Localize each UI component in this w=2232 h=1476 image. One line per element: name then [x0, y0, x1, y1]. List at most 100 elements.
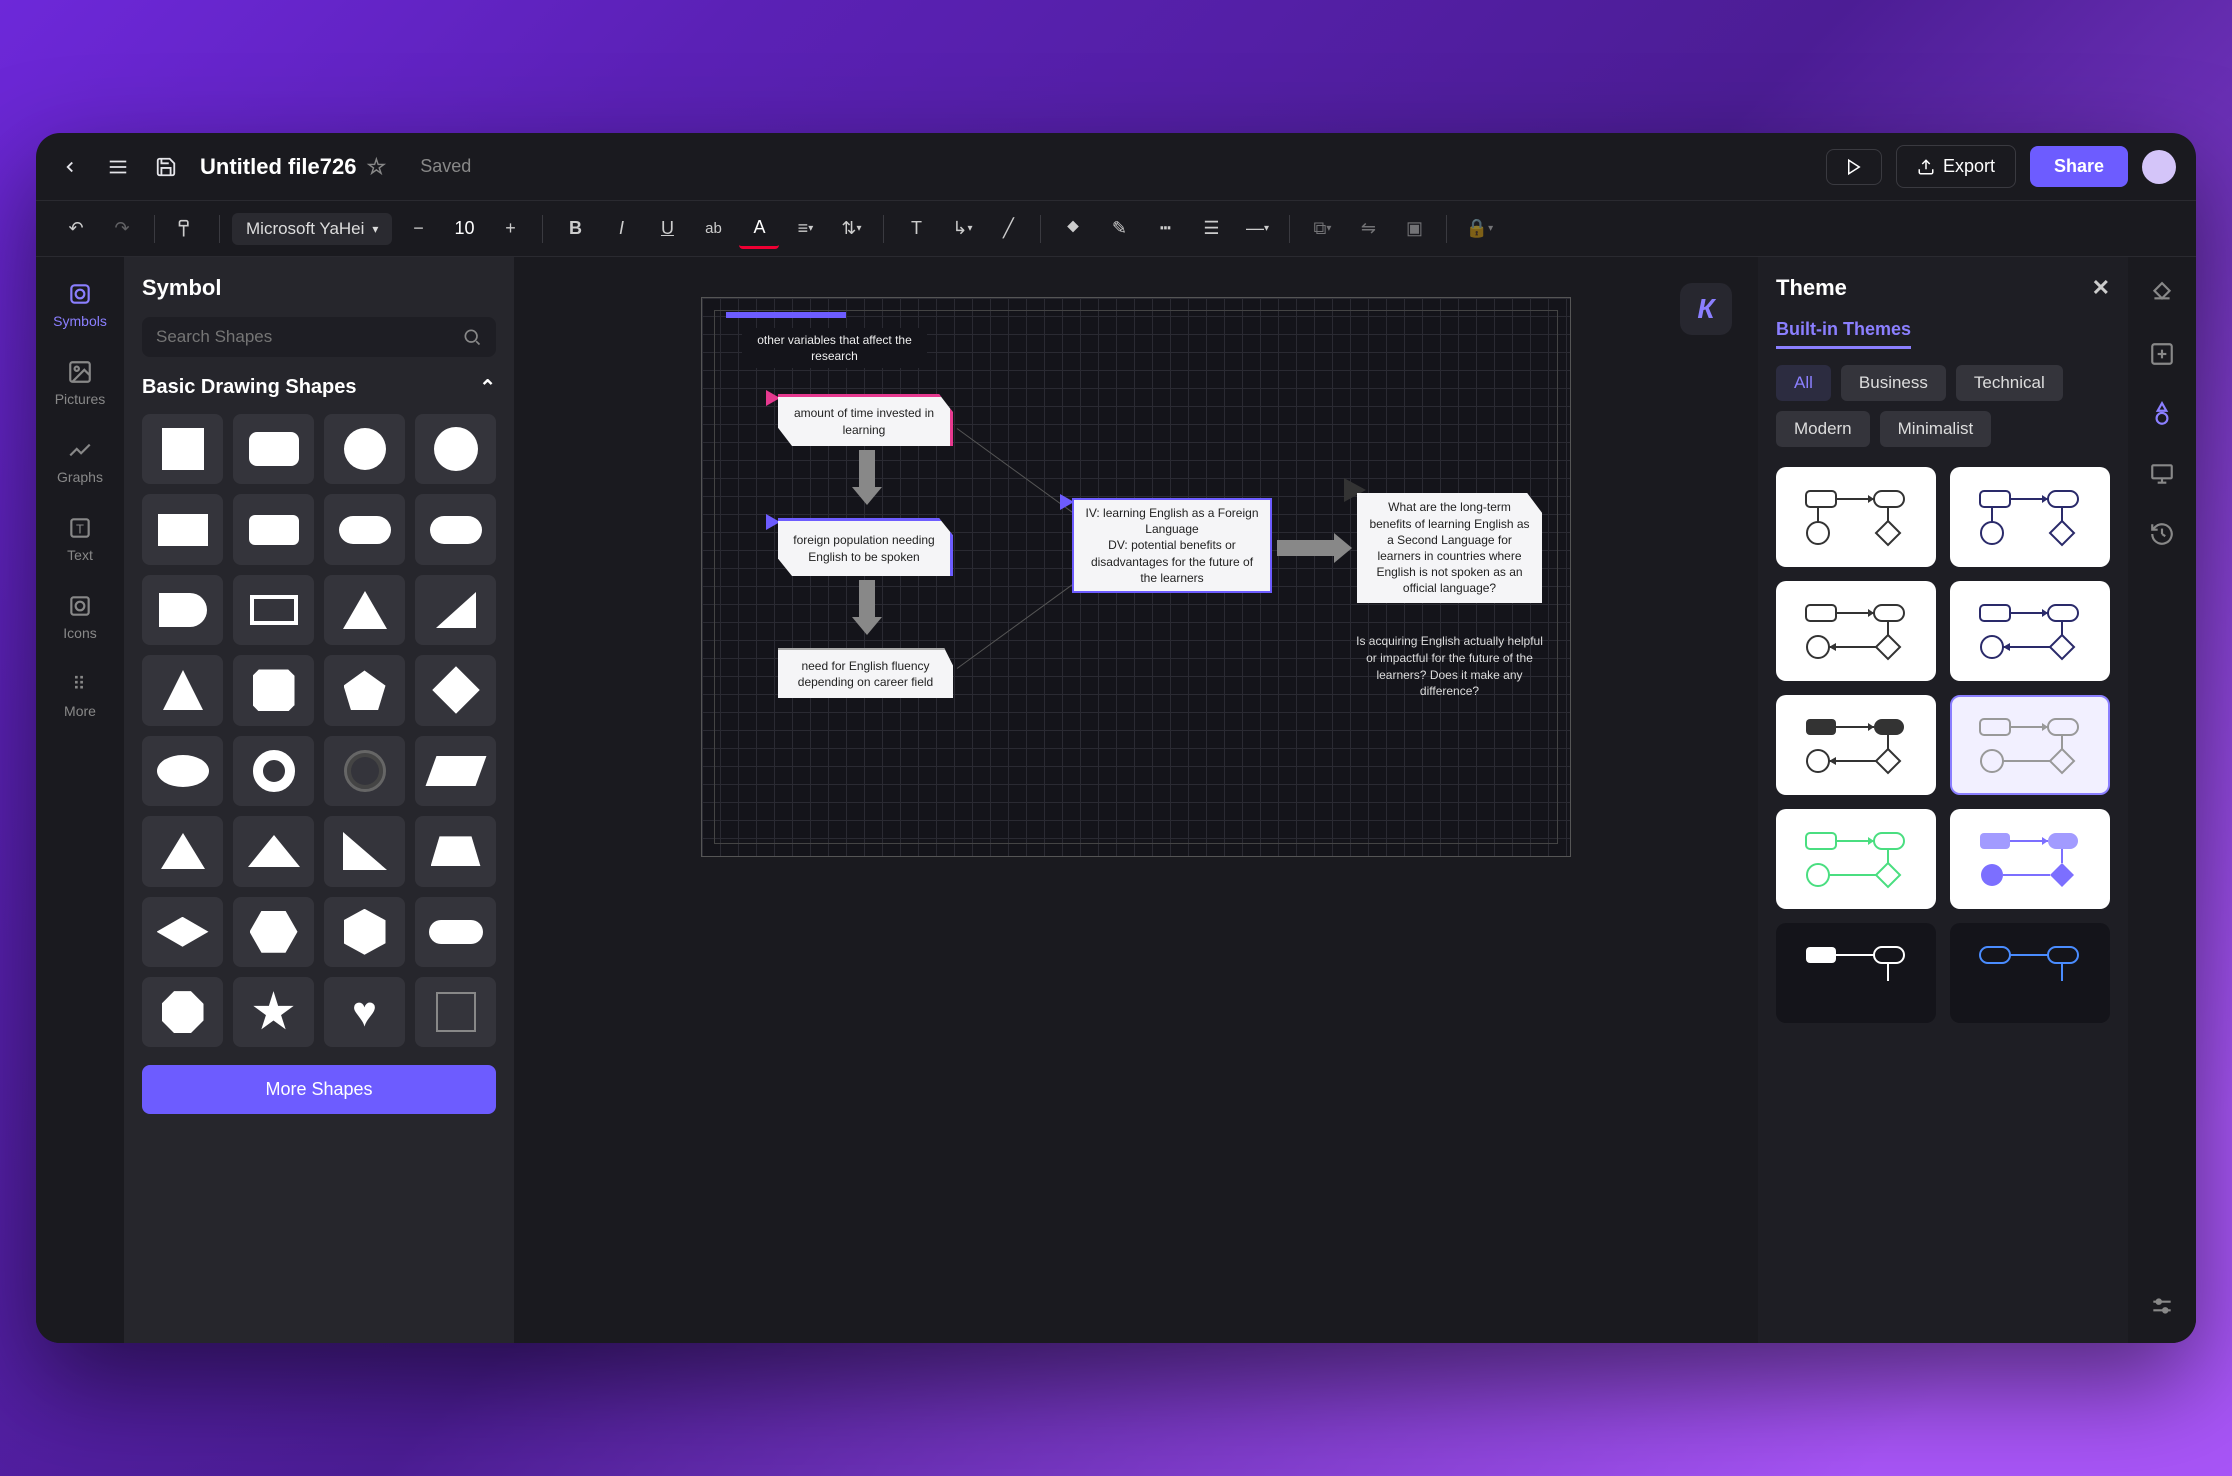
- flip-button[interactable]: ⇋: [1348, 209, 1388, 249]
- bold-button[interactable]: B: [555, 209, 595, 249]
- rr-paint-icon[interactable]: [2145, 277, 2179, 311]
- theme-card[interactable]: [1776, 923, 1936, 1023]
- shape-donut[interactable]: [233, 736, 314, 806]
- shape-ellipse-tall[interactable]: [415, 414, 496, 484]
- shape-frame[interactable]: [233, 575, 314, 645]
- shape-rect-round[interactable]: [233, 494, 314, 564]
- font-decrease-button[interactable]: −: [398, 209, 438, 249]
- underline-button[interactable]: U: [647, 209, 687, 249]
- shape-right-triangle[interactable]: [415, 575, 496, 645]
- shape-category-header[interactable]: Basic Drawing Shapes ⌃: [142, 375, 496, 400]
- chip-technical[interactable]: Technical: [1956, 365, 2063, 401]
- chip-modern[interactable]: Modern: [1776, 411, 1870, 447]
- star-icon[interactable]: ☆: [366, 154, 386, 180]
- redo-button[interactable]: ↷: [102, 209, 142, 249]
- theme-card[interactable]: [1950, 809, 2110, 909]
- rail-pictures[interactable]: Pictures: [44, 347, 116, 417]
- canvas[interactable]: other variables that affect the research…: [701, 297, 1571, 857]
- fill-button[interactable]: [1053, 209, 1093, 249]
- rr-present-icon[interactable]: [2145, 457, 2179, 491]
- play-button[interactable]: [1826, 149, 1882, 185]
- shape-burst[interactable]: [233, 977, 314, 1047]
- rail-text[interactable]: TText: [44, 503, 116, 573]
- shape-pentagon[interactable]: [324, 655, 405, 725]
- more-shapes-button[interactable]: More Shapes: [142, 1065, 496, 1114]
- rail-icons[interactable]: Icons: [44, 581, 116, 651]
- shape-pill[interactable]: [415, 897, 496, 967]
- theme-card[interactable]: [1776, 809, 1936, 909]
- menu-button[interactable]: [104, 153, 132, 181]
- pen-button[interactable]: ✎: [1099, 209, 1139, 249]
- shape-oct-rect[interactable]: [233, 655, 314, 725]
- file-name[interactable]: Untitled file726: [200, 154, 356, 180]
- shape-tri-right[interactable]: [324, 816, 405, 886]
- undo-button[interactable]: ↶: [56, 209, 96, 249]
- shape-hexagon-v[interactable]: [324, 897, 405, 967]
- shape-ellipse[interactable]: [142, 736, 223, 806]
- rail-symbols[interactable]: Symbols: [44, 269, 116, 339]
- theme-card[interactable]: [1776, 467, 1936, 567]
- connector-button[interactable]: ↳ ▾: [942, 209, 982, 249]
- shape-hexagon[interactable]: [233, 897, 314, 967]
- rail-graphs[interactable]: Graphs: [44, 425, 116, 495]
- share-button[interactable]: Share: [2030, 146, 2128, 187]
- shape-square[interactable]: [142, 414, 223, 484]
- rail-more[interactable]: ⠿More: [44, 659, 116, 729]
- theme-card[interactable]: [1776, 581, 1936, 681]
- font-color-button[interactable]: A: [739, 209, 779, 249]
- lock-button[interactable]: 🔒 ▾: [1459, 209, 1499, 249]
- rr-theme-icon[interactable]: [2145, 397, 2179, 431]
- canvas-node-4[interactable]: IV: learning English as a Foreign Langua…: [1072, 498, 1272, 593]
- chip-all[interactable]: All: [1776, 365, 1831, 401]
- text-tool-button[interactable]: T: [896, 209, 936, 249]
- back-button[interactable]: [56, 153, 84, 181]
- group-button[interactable]: ⧉ ▾: [1302, 209, 1342, 249]
- close-icon[interactable]: ✕: [2092, 275, 2110, 301]
- line-spacing-button[interactable]: ⇅ ▾: [831, 209, 871, 249]
- shape-octagon[interactable]: [142, 977, 223, 1047]
- shape-triangle-iso[interactable]: [142, 655, 223, 725]
- theme-card[interactable]: [1776, 695, 1936, 795]
- line-button[interactable]: ╱: [988, 209, 1028, 249]
- dash-button[interactable]: ┅: [1145, 209, 1185, 249]
- italic-button[interactable]: I: [601, 209, 641, 249]
- arrow-style-button[interactable]: — ▾: [1237, 209, 1277, 249]
- shape-capsule[interactable]: [324, 494, 405, 564]
- rr-import-icon[interactable]: [2145, 337, 2179, 371]
- chip-business[interactable]: Business: [1841, 365, 1946, 401]
- search-shapes-input[interactable]: [142, 317, 496, 357]
- shape-tri-wide[interactable]: [233, 816, 314, 886]
- shape-halfround[interactable]: [142, 575, 223, 645]
- format-painter-button[interactable]: [167, 209, 207, 249]
- shape-ring[interactable]: [324, 736, 405, 806]
- theme-card[interactable]: [1950, 695, 2110, 795]
- chip-minimalist[interactable]: Minimalist: [1880, 411, 1992, 447]
- shape-circle[interactable]: [324, 414, 405, 484]
- canvas-node-3[interactable]: need for English fluency depending on ca…: [778, 648, 953, 698]
- shape-outline-square[interactable]: [415, 977, 496, 1047]
- canvas-header-text[interactable]: other variables that affect the research: [742, 328, 927, 368]
- shape-triangle[interactable]: [324, 575, 405, 645]
- rr-settings-icon[interactable]: [2145, 1289, 2179, 1323]
- shape-tri-up[interactable]: [142, 816, 223, 886]
- theme-card[interactable]: [1950, 923, 2110, 1023]
- list-button[interactable]: ☰: [1191, 209, 1231, 249]
- order-button[interactable]: ▣: [1394, 209, 1434, 249]
- shape-rounded-rect[interactable]: [233, 414, 314, 484]
- save-icon[interactable]: [152, 153, 180, 181]
- rr-history-icon[interactable]: [2145, 517, 2179, 551]
- canvas-node-2[interactable]: foreign population needing English to be…: [778, 518, 953, 576]
- canvas-area[interactable]: К other variables that affect the resear…: [514, 257, 1758, 1343]
- export-button[interactable]: Export: [1896, 145, 2016, 188]
- shape-diamond[interactable]: [415, 655, 496, 725]
- font-size-input[interactable]: 10: [444, 209, 484, 249]
- shape-trapezoid[interactable]: [415, 816, 496, 886]
- align-button[interactable]: ≡ ▾: [785, 209, 825, 249]
- avatar[interactable]: [2142, 150, 2176, 184]
- shape-parallelogram[interactable]: [415, 736, 496, 806]
- theme-card[interactable]: [1950, 467, 2110, 567]
- canvas-node-5[interactable]: What are the long-term benefits of learn…: [1357, 493, 1542, 603]
- shape-stadium[interactable]: [415, 494, 496, 564]
- font-family-select[interactable]: Microsoft YaHei ▾: [232, 213, 392, 245]
- shape-rhombus[interactable]: [142, 897, 223, 967]
